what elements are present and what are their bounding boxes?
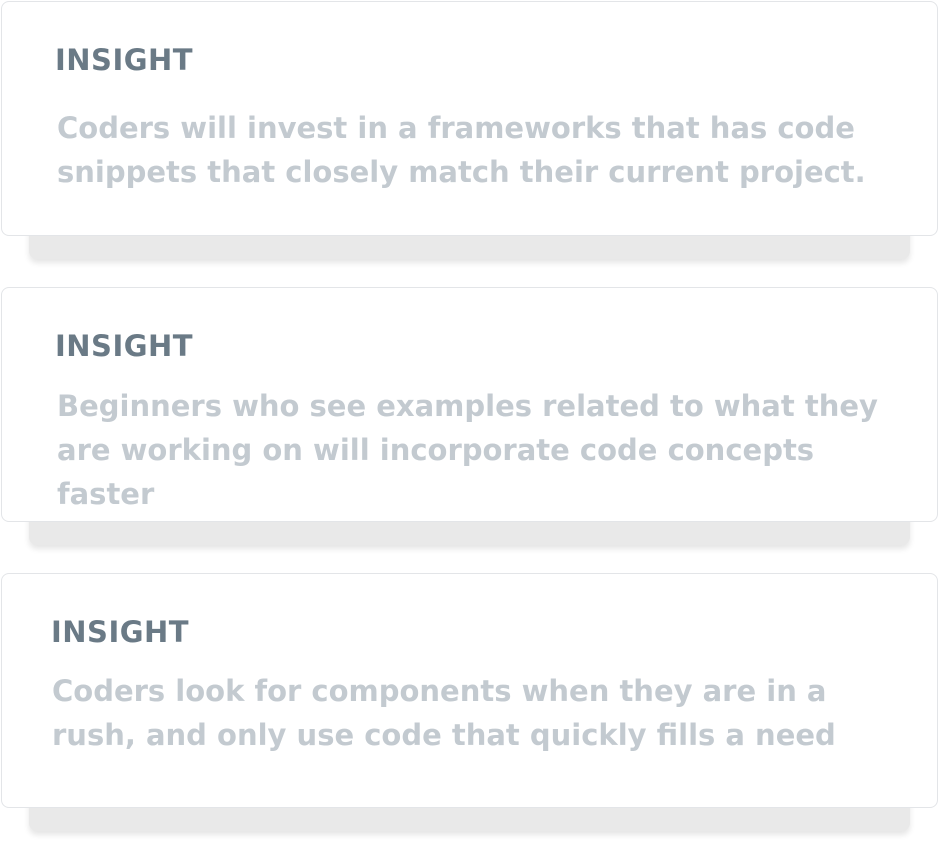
- insight-label: INSIGHT: [55, 329, 194, 363]
- insight-label: INSIGHT: [51, 615, 190, 649]
- insight-card-3: INSIGHT Coders look for components when …: [0, 573, 940, 833]
- insight-label: INSIGHT: [55, 43, 194, 77]
- insight-text: Beginners who see examples related to wh…: [57, 389, 878, 511]
- insight-text: Coders look for components when they are…: [52, 674, 836, 752]
- insight-card-1: INSIGHT Coders will invest in a framewor…: [0, 1, 940, 261]
- insight-card-body: INSIGHT Coders will invest in a framewor…: [1, 1, 938, 236]
- insight-card-body: INSIGHT Coders look for components when …: [1, 573, 938, 808]
- insight-text: Coders will invest in a frameworks that …: [57, 111, 866, 189]
- insight-card-2: INSIGHT Beginners who see examples relat…: [0, 287, 940, 547]
- insight-card-body: INSIGHT Beginners who see examples relat…: [1, 287, 938, 522]
